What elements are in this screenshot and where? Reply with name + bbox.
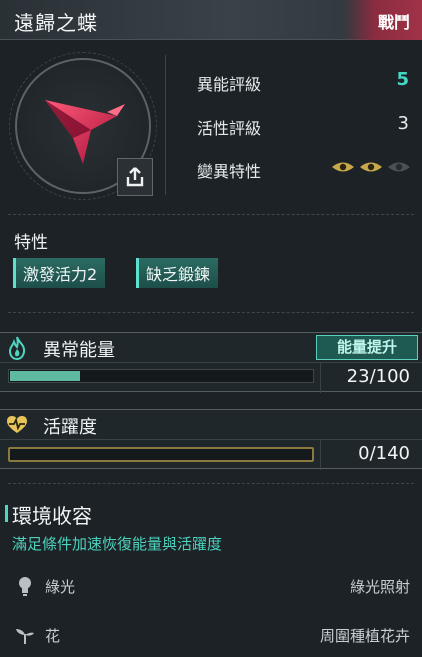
anomaly-energy-header: 異常能量 能量提升: [0, 333, 422, 363]
activity-header: 活躍度: [0, 410, 422, 440]
sprout-icon: [16, 629, 34, 644]
mutation-trait-row: 變異特性: [197, 156, 411, 181]
divider: [8, 483, 414, 484]
environment-row-label: 綠光: [45, 578, 76, 596]
mutation-eyes: [331, 160, 411, 174]
activity-bar: [8, 447, 314, 462]
trait-chip[interactable]: 缺乏鍛鍊: [136, 258, 219, 288]
share-button[interactable]: [117, 158, 153, 196]
environment-row: 綠光 綠光照射: [0, 573, 422, 603]
creature-name: 遠歸之蝶: [14, 11, 98, 35]
environment-row-condition: 綠光照射: [349, 578, 410, 596]
activity-panel: 活躍度 0/140: [0, 409, 422, 470]
column-divider: [320, 363, 321, 393]
activity-label: 活躍度: [43, 417, 97, 438]
portrait-divider: [165, 55, 166, 195]
anomaly-energy-bar-fill: [10, 371, 80, 381]
category-tag: 戰鬥: [344, 0, 422, 40]
energy-boost-button[interactable]: 能量提升: [316, 335, 418, 360]
category-tag-label: 戰鬥: [377, 13, 410, 32]
environment-row: 花 周圍種植花卉: [0, 622, 422, 652]
eye-icon: [332, 162, 354, 172]
environment-row-condition: 周圍種植花卉: [319, 627, 410, 645]
traits-heading: 特性: [14, 233, 48, 253]
title-bar: 遠歸之蝶 戰鬥: [0, 0, 422, 40]
mutation-trait-label: 變異特性: [197, 162, 262, 181]
trait-chip[interactable]: 激發活力2: [13, 258, 106, 288]
activity-rating-label: 活性評級: [197, 119, 262, 138]
heart-pulse-icon: [7, 416, 27, 433]
anomaly-energy-bar: [8, 369, 314, 383]
environment-row-label: 花: [45, 627, 61, 645]
ability-rating-label: 異能評級: [197, 75, 262, 94]
section-accent: [5, 505, 8, 522]
share-icon: [126, 167, 144, 187]
divider: [8, 214, 414, 215]
bulb-icon: [19, 577, 31, 596]
ability-rating-value: 5: [396, 69, 409, 90]
flame-icon: [8, 336, 26, 360]
environment-title: 環境收容: [12, 504, 92, 528]
divider: [8, 312, 414, 313]
anomaly-energy-label: 異常能量: [43, 340, 115, 361]
activity-rating-value: 3: [397, 113, 409, 134]
activity-rating-row: 活性評級 3: [197, 113, 411, 138]
eye-icon: [388, 162, 410, 172]
ability-rating-row: 異能評級 5: [197, 69, 411, 94]
activity-value: 0/140: [358, 443, 410, 464]
eye-icon: [360, 162, 382, 172]
anomaly-energy-value: 23/100: [346, 366, 410, 387]
environment-subtitle: 滿足條件加速恢復能量與活躍度: [12, 535, 223, 553]
anomaly-energy-panel: 異常能量 能量提升 23/100: [0, 332, 422, 393]
column-divider: [320, 440, 321, 470]
